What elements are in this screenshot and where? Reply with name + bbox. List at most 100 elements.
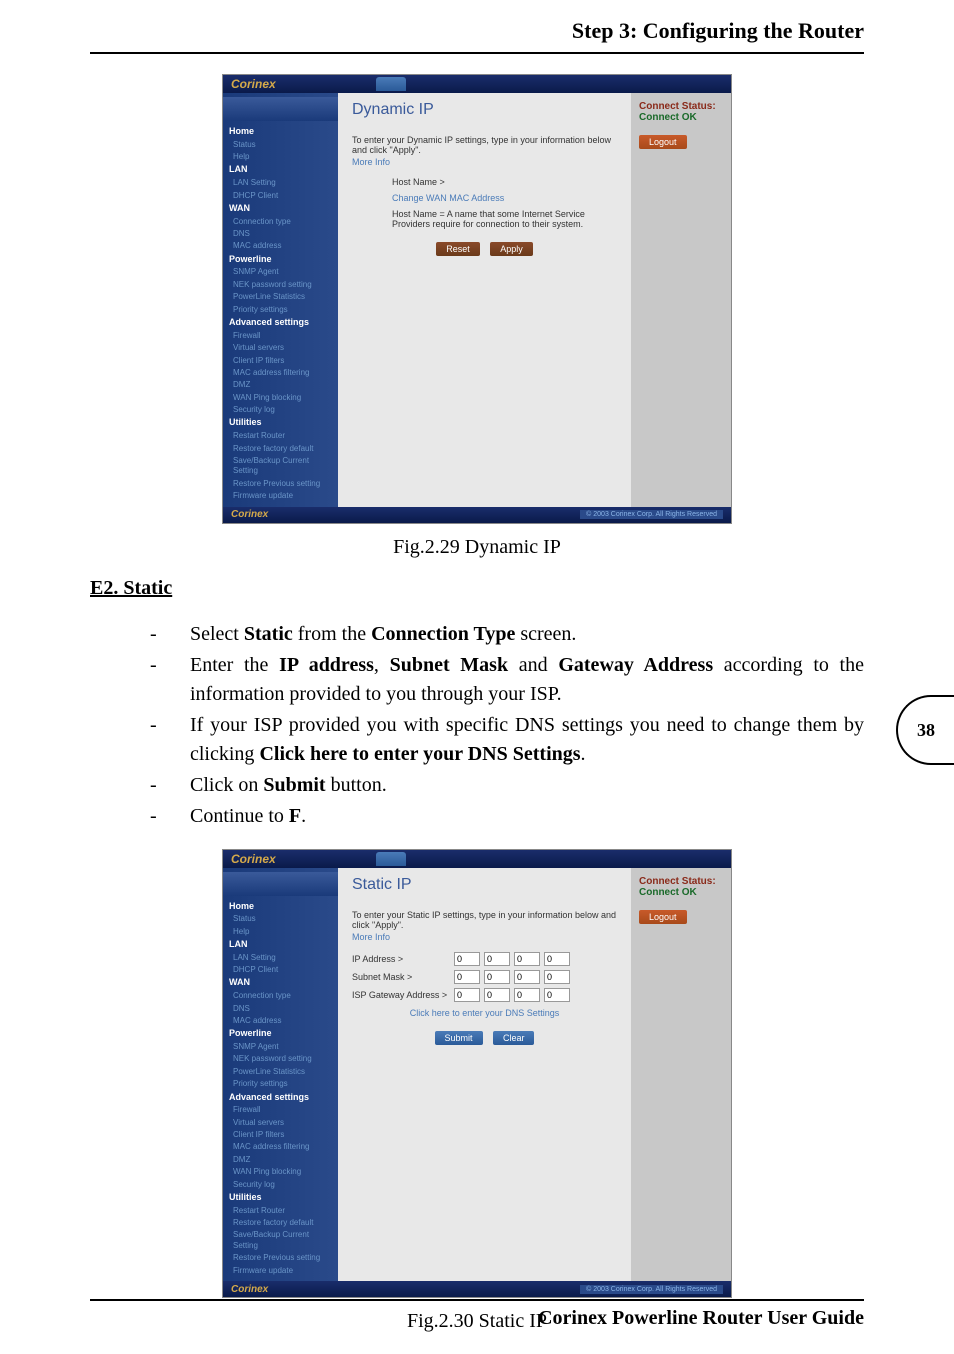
- nav-lan[interactable]: LAN: [223, 163, 338, 177]
- ip-octet-4[interactable]: [544, 952, 570, 966]
- right-panel: Connect Status: Connect OK Logout: [631, 868, 731, 1282]
- nav-advanced[interactable]: Advanced settings: [223, 316, 338, 330]
- nav-macfilter[interactable]: MAC address filtering: [223, 1141, 338, 1153]
- ip-octet-3[interactable]: [514, 952, 540, 966]
- right-panel: Connect Status: Connect OK Logout: [631, 93, 731, 507]
- nav-dhcp-client[interactable]: DHCP Client: [223, 190, 338, 202]
- nav-firewall[interactable]: Firewall: [223, 1104, 338, 1116]
- panel-title: Dynamic IP: [352, 101, 617, 119]
- ip-address-label: IP Address >: [352, 954, 452, 964]
- nav-help[interactable]: Help: [223, 926, 338, 938]
- nav-conn-type[interactable]: Connection type: [223, 990, 338, 1002]
- apply-button[interactable]: Apply: [490, 242, 533, 256]
- screenshot-dynamic-ip: Corinex Home Status Help LAN LAN Setting…: [222, 74, 732, 524]
- logout-button[interactable]: Logout: [639, 135, 687, 149]
- subnet-octet-4[interactable]: [544, 970, 570, 984]
- nav-dmz[interactable]: DMZ: [223, 379, 338, 391]
- nav-status[interactable]: Status: [223, 139, 338, 151]
- subnet-octet-2[interactable]: [484, 970, 510, 984]
- screenshot-static-ip: Corinex Home Status Help LAN LAN Setting…: [222, 849, 732, 1299]
- nav-restore-factory[interactable]: Restore factory default: [223, 443, 338, 455]
- nav-nek[interactable]: NEK password setting: [223, 279, 338, 291]
- nav-firmware[interactable]: Firmware update: [223, 490, 338, 502]
- nav-conn-type[interactable]: Connection type: [223, 216, 338, 228]
- logout-button[interactable]: Logout: [639, 910, 687, 924]
- nav-plstats[interactable]: PowerLine Statistics: [223, 291, 338, 303]
- nav-restart[interactable]: Restart Router: [223, 430, 338, 442]
- bullet-item: - If your ISP provided you with specific…: [150, 711, 864, 769]
- nav-wanping[interactable]: WAN Ping blocking: [223, 1166, 338, 1178]
- change-mac-link[interactable]: Change WAN MAC Address: [392, 193, 617, 203]
- dash-icon: -: [150, 771, 190, 800]
- bullet-item: - Enter the IP address, Subnet Mask and …: [150, 651, 864, 709]
- gw-octet-3[interactable]: [514, 988, 540, 1002]
- ss-footer: Corinex © 2003 Corinex Corp. All Rights …: [223, 507, 731, 523]
- connect-status-label: Connect Status:: [639, 876, 716, 887]
- subnet-octet-1[interactable]: [454, 970, 480, 984]
- nav-nek[interactable]: NEK password setting: [223, 1053, 338, 1065]
- nav-home[interactable]: Home: [223, 125, 338, 139]
- nav-utilities[interactable]: Utilities: [223, 416, 338, 430]
- nav-help[interactable]: Help: [223, 151, 338, 163]
- gw-octet-4[interactable]: [544, 988, 570, 1002]
- nav-powerline[interactable]: Powerline: [223, 253, 338, 267]
- nav-status[interactable]: Status: [223, 913, 338, 925]
- nav-powerline[interactable]: Powerline: [223, 1027, 338, 1041]
- nav-restore-prev[interactable]: Restore Previous setting: [223, 478, 338, 490]
- hostname-label: Host Name >: [392, 177, 445, 187]
- nav-wanping[interactable]: WAN Ping blocking: [223, 392, 338, 404]
- nav-virtsrv[interactable]: Virtual servers: [223, 1117, 338, 1129]
- nav-snmp[interactable]: SNMP Agent: [223, 1041, 338, 1053]
- clear-button[interactable]: Clear: [493, 1031, 535, 1045]
- nav-lan[interactable]: LAN: [223, 938, 338, 952]
- dash-icon: -: [150, 651, 190, 709]
- section-heading: E2. Static: [90, 577, 864, 600]
- nav-virtsrv[interactable]: Virtual servers: [223, 342, 338, 354]
- nav-mac-addr[interactable]: MAC address: [223, 1015, 338, 1027]
- submit-button[interactable]: Submit: [435, 1031, 483, 1045]
- nav-save-backup[interactable]: Save/Backup Current Setting: [223, 1229, 338, 1252]
- bullet-item: - Continue to F.: [150, 802, 864, 831]
- nav-save-backup[interactable]: Save/Backup Current Setting: [223, 455, 338, 478]
- nav-utilities[interactable]: Utilities: [223, 1191, 338, 1205]
- nav-dhcp-client[interactable]: DHCP Client: [223, 964, 338, 976]
- nav-lan-setting[interactable]: LAN Setting: [223, 952, 338, 964]
- gw-octet-2[interactable]: [484, 988, 510, 1002]
- nav-dns[interactable]: DNS: [223, 1003, 338, 1015]
- nav-clientip[interactable]: Client IP filters: [223, 1129, 338, 1141]
- more-info-link[interactable]: More Info: [352, 157, 617, 167]
- nav-home[interactable]: Home: [223, 900, 338, 914]
- nav-seclog[interactable]: Security log: [223, 404, 338, 416]
- nav-mac-addr[interactable]: MAC address: [223, 240, 338, 252]
- brand-logo: Corinex: [231, 77, 276, 91]
- ip-octet-2[interactable]: [484, 952, 510, 966]
- nav-dns[interactable]: DNS: [223, 228, 338, 240]
- nav-restore-prev[interactable]: Restore Previous setting: [223, 1252, 338, 1264]
- nav-restart[interactable]: Restart Router: [223, 1205, 338, 1217]
- nav-dmz[interactable]: DMZ: [223, 1154, 338, 1166]
- nav-lan-setting[interactable]: LAN Setting: [223, 177, 338, 189]
- nav-macfilter[interactable]: MAC address filtering: [223, 367, 338, 379]
- nav-snmp[interactable]: SNMP Agent: [223, 266, 338, 278]
- nav-clientip[interactable]: Client IP filters: [223, 355, 338, 367]
- nav-priority[interactable]: Priority settings: [223, 304, 338, 316]
- bullet-item: - Click on Submit button.: [150, 771, 864, 800]
- subnet-octet-3[interactable]: [514, 970, 540, 984]
- gw-octet-1[interactable]: [454, 988, 480, 1002]
- footer-brand: Corinex: [231, 509, 268, 520]
- nav-priority[interactable]: Priority settings: [223, 1078, 338, 1090]
- nav-restore-factory[interactable]: Restore factory default: [223, 1217, 338, 1229]
- nav-firmware[interactable]: Firmware update: [223, 1265, 338, 1277]
- nav-firewall[interactable]: Firewall: [223, 330, 338, 342]
- nav-advanced[interactable]: Advanced settings: [223, 1091, 338, 1105]
- nav-wan[interactable]: WAN: [223, 202, 338, 216]
- ip-octet-1[interactable]: [454, 952, 480, 966]
- reset-button[interactable]: Reset: [436, 242, 480, 256]
- main-panel: Dynamic IP To enter your Dynamic IP sett…: [338, 93, 631, 507]
- more-info-link[interactable]: More Info: [352, 932, 617, 942]
- nav-plstats[interactable]: PowerLine Statistics: [223, 1066, 338, 1078]
- nav-seclog[interactable]: Security log: [223, 1179, 338, 1191]
- nav-wan[interactable]: WAN: [223, 976, 338, 990]
- dns-settings-link[interactable]: Click here to enter your DNS Settings: [352, 1008, 617, 1018]
- dash-icon: -: [150, 711, 190, 769]
